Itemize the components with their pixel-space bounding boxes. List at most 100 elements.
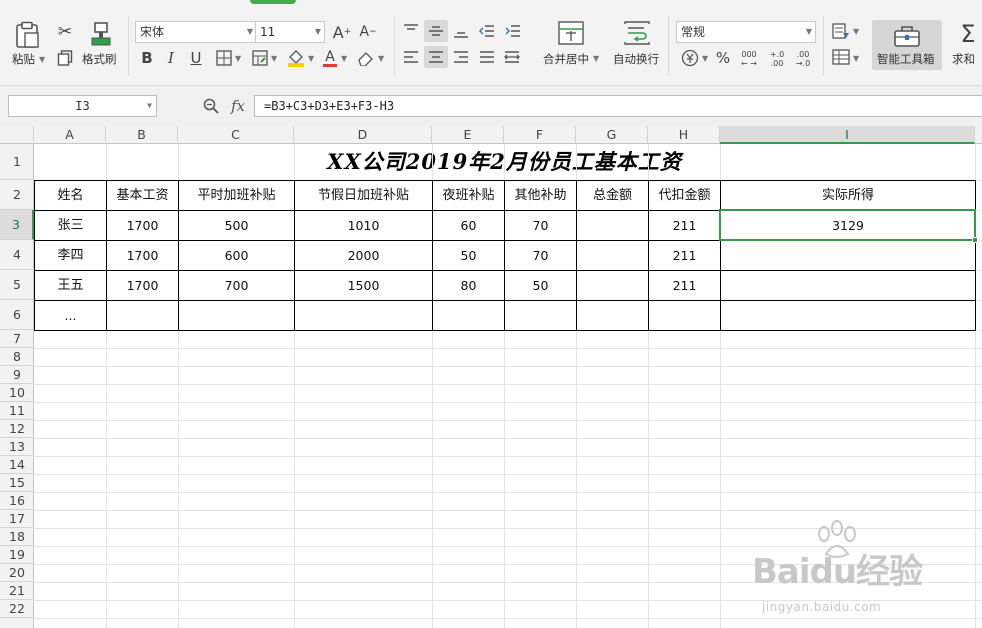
table-style-dropdown-arrow[interactable]: ▼ xyxy=(853,54,859,63)
thousands-separator-icon[interactable]: 000 ← → xyxy=(738,48,760,70)
table-cell[interactable]: 70 xyxy=(505,211,576,240)
row-header[interactable]: 4 xyxy=(0,240,34,270)
percent-button[interactable]: % xyxy=(714,48,732,68)
number-format-select[interactable]: 常规 ▼ xyxy=(676,21,816,43)
column-header[interactable]: F xyxy=(504,126,576,144)
table-cell[interactable]: 500 xyxy=(179,211,294,240)
row-header[interactable]: 19 xyxy=(0,546,34,564)
border-dropdown-arrow[interactable]: ▼ xyxy=(235,54,241,63)
zoom-search-icon[interactable] xyxy=(202,96,220,116)
table-header-cell[interactable]: 实际所得 xyxy=(721,181,975,210)
formula-input[interactable]: =B3+C3+D3+E3+F3-H3 xyxy=(254,95,982,117)
fx-icon[interactable]: fx xyxy=(227,95,249,117)
currency-icon[interactable] xyxy=(680,48,700,68)
table-cell[interactable] xyxy=(649,301,720,330)
column-header[interactable]: D xyxy=(294,126,432,144)
sum-icon[interactable]: Σ xyxy=(956,20,980,48)
row-header[interactable]: 20 xyxy=(0,564,34,582)
table-cell[interactable]: 70 xyxy=(505,241,576,270)
table-cell[interactable] xyxy=(721,241,975,270)
row-header[interactable]: 5 xyxy=(0,270,34,300)
table-cell[interactable] xyxy=(721,301,975,330)
table-cell[interactable]: 50 xyxy=(505,271,576,300)
table-cell[interactable]: 2000 xyxy=(295,241,432,270)
font-size-select[interactable]: 11 ▼ xyxy=(255,21,325,43)
table-cell[interactable]: 张三 xyxy=(35,211,106,240)
font-name-select[interactable]: 宋体 ▼ xyxy=(135,21,257,43)
table-cell[interactable] xyxy=(505,301,576,330)
table-header-cell[interactable]: 基本工资 xyxy=(107,181,178,210)
format-painter-label[interactable]: 格式刷 xyxy=(82,51,117,67)
table-cell[interactable]: 李四 xyxy=(35,241,106,270)
table-cell[interactable] xyxy=(577,301,648,330)
name-box[interactable]: I3 ▼ xyxy=(8,95,157,117)
row-header[interactable]: 2 xyxy=(0,180,34,210)
table-cell[interactable] xyxy=(179,301,294,330)
table-cell[interactable] xyxy=(721,271,975,300)
table-cell[interactable] xyxy=(107,301,178,330)
increase-indent-icon[interactable] xyxy=(504,22,522,40)
merge-center-icon[interactable] xyxy=(556,20,586,46)
distributed-align-icon[interactable] xyxy=(503,48,521,66)
table-cell[interactable] xyxy=(577,241,648,270)
table-style-icon[interactable] xyxy=(831,48,851,66)
conditional-format-icon[interactable] xyxy=(831,22,851,40)
row-header[interactable]: 3 xyxy=(0,210,34,240)
sum-label[interactable]: 求和 xyxy=(952,51,975,67)
table-cell[interactable] xyxy=(577,271,648,300)
column-header[interactable]: H xyxy=(648,126,720,144)
currency-dropdown-arrow[interactable]: ▼ xyxy=(702,54,708,63)
row-header[interactable]: 21 xyxy=(0,582,34,600)
justify-icon[interactable] xyxy=(478,48,496,66)
italic-button[interactable]: I xyxy=(162,48,180,68)
paste-button[interactable] xyxy=(12,20,42,50)
decrease-decimal-icon[interactable]: .00 →.0 xyxy=(792,48,814,70)
underline-button[interactable]: U xyxy=(187,48,205,68)
row-header[interactable]: 12 xyxy=(0,420,34,438)
decrease-font-size-icon[interactable]: A − xyxy=(358,22,378,42)
table-cell[interactable]: 211 xyxy=(649,211,720,240)
align-center-icon[interactable] xyxy=(427,48,445,66)
row-header[interactable]: 16 xyxy=(0,492,34,510)
bold-button[interactable]: B xyxy=(138,48,156,68)
table-cell[interactable]: 700 xyxy=(179,271,294,300)
fill-handle[interactable] xyxy=(972,237,978,243)
table-cell[interactable]: 1500 xyxy=(295,271,432,300)
column-header[interactable]: E xyxy=(432,126,504,144)
format-painter-icon[interactable] xyxy=(88,20,114,48)
table-header-cell[interactable]: 代扣金额 xyxy=(649,181,720,210)
increase-decimal-icon[interactable]: +.0.00 xyxy=(766,48,788,70)
column-header[interactable]: G xyxy=(576,126,648,144)
merge-center-dropdown-arrow[interactable]: ▼ xyxy=(593,54,599,63)
row-header[interactable]: 18 xyxy=(0,528,34,546)
increase-font-size-icon[interactable]: A + xyxy=(332,22,352,42)
column-header[interactable]: A xyxy=(34,126,106,144)
column-header[interactable]: I xyxy=(720,126,975,144)
align-middle-icon[interactable] xyxy=(427,22,445,40)
row-header[interactable]: 6 xyxy=(0,300,34,330)
table-header-cell[interactable]: 夜班补贴 xyxy=(433,181,504,210)
eraser-icon[interactable] xyxy=(356,48,376,68)
row-header[interactable]: 11 xyxy=(0,402,34,420)
table-cell[interactable]: 王五 xyxy=(35,271,106,300)
table-cell[interactable]: ... xyxy=(35,301,106,330)
row-header[interactable]: 14 xyxy=(0,456,34,474)
table-cell[interactable]: 1700 xyxy=(107,211,178,240)
align-right-icon[interactable] xyxy=(452,48,470,66)
row-header[interactable]: 22 xyxy=(0,600,34,618)
select-all-corner[interactable] xyxy=(0,126,34,144)
row-header[interactable]: 13 xyxy=(0,438,34,456)
table-cell[interactable]: 1700 xyxy=(107,241,178,270)
fill-color-icon[interactable] xyxy=(286,48,306,68)
copy-icon[interactable] xyxy=(55,48,75,68)
column-header[interactable]: B xyxy=(106,126,178,144)
row-header[interactable]: 9 xyxy=(0,366,34,384)
table-cell[interactable]: 1010 xyxy=(295,211,432,240)
fill-color-dropdown-arrow[interactable]: ▼ xyxy=(308,54,314,63)
row-header[interactable]: 8 xyxy=(0,348,34,366)
cell-style-icon[interactable] xyxy=(251,49,269,67)
table-header-cell[interactable]: 节假日加班补贴 xyxy=(295,181,432,210)
row-header[interactable]: 15 xyxy=(0,474,34,492)
table-cell[interactable]: 60 xyxy=(433,211,504,240)
paste-dropdown-arrow[interactable]: ▼ xyxy=(39,55,45,64)
